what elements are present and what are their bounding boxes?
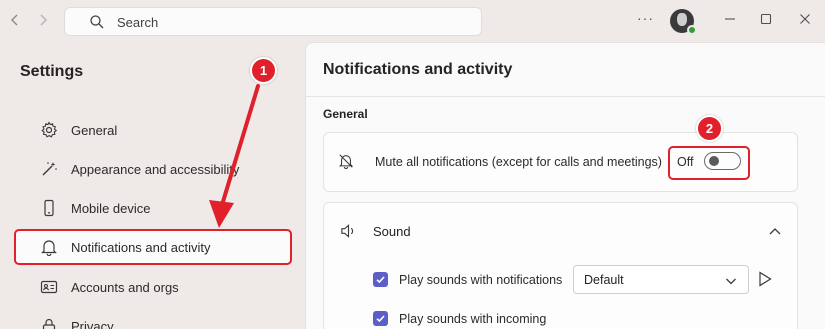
magic-wand-icon	[39, 159, 59, 179]
close-icon	[800, 14, 810, 24]
mute-notifications-toggle[interactable]	[704, 152, 741, 170]
sidebar-item-appearance[interactable]: Appearance and accessibility	[20, 152, 288, 186]
sidebar-item-notifications[interactable]: Notifications and activity	[14, 229, 292, 265]
sidebar-item-label: General	[71, 122, 118, 138]
lock-icon	[39, 316, 59, 329]
sidebar-item-mobile-device[interactable]: Mobile device	[20, 191, 288, 225]
search-icon	[90, 15, 104, 29]
mute-notifications-label: Mute all notifications (except for calls…	[375, 155, 662, 169]
sidebar-item-label: Mobile device	[71, 200, 151, 216]
sidebar-item-label: Accounts and orgs	[71, 279, 179, 295]
divider	[306, 96, 825, 97]
phone-icon	[39, 198, 59, 218]
avatar[interactable]	[670, 9, 697, 35]
close-button[interactable]	[797, 11, 813, 27]
toggle-state-label: Off	[677, 155, 694, 169]
toggle-knob	[709, 156, 719, 166]
callout-badge-1: 1	[250, 57, 277, 84]
sidebar-item-label: Notifications and activity	[71, 239, 211, 255]
dropdown-value: Default	[584, 273, 624, 287]
sound-section-label: Sound	[373, 224, 411, 239]
minimize-button[interactable]	[722, 11, 738, 27]
sidebar-item-general[interactable]: General	[20, 113, 288, 147]
chevron-right-icon	[40, 14, 47, 26]
settings-title: Settings	[20, 63, 84, 80]
play-sounds-incoming-checkbox[interactable]	[373, 311, 388, 326]
section-heading-general: General	[323, 107, 368, 121]
checkmark-icon	[376, 315, 385, 323]
callout-badge-2: 2	[696, 115, 723, 142]
bell-off-icon	[338, 154, 354, 169]
minimize-icon	[725, 18, 735, 20]
speaker-icon	[341, 224, 354, 238]
presence-badge	[687, 25, 697, 35]
chevron-down-icon	[726, 278, 736, 285]
sidebar-item-privacy[interactable]: Privacy	[20, 309, 288, 329]
maximize-icon	[760, 13, 772, 25]
notification-sound-dropdown[interactable]: Default	[573, 265, 749, 294]
forward-button[interactable]	[34, 11, 52, 29]
maximize-button[interactable]	[758, 11, 774, 27]
id-card-icon	[39, 277, 59, 297]
avatar-face	[677, 13, 687, 26]
chevron-up-icon[interactable]	[768, 224, 782, 238]
play-sounds-incoming-label: Play sounds with incoming	[399, 312, 547, 326]
title-bar: Search ···	[0, 0, 825, 42]
play-preview-icon[interactable]	[758, 271, 772, 287]
sidebar-item-label: Appearance and accessibility	[71, 161, 240, 177]
gear-icon	[39, 120, 59, 140]
play-sounds-notifications-checkbox[interactable]	[373, 272, 388, 287]
sidebar-item-accounts[interactable]: Accounts and orgs	[20, 270, 288, 304]
chevron-left-icon	[11, 14, 18, 26]
search-input[interactable]: Search	[64, 7, 482, 36]
page-title: Notifications and activity	[323, 61, 513, 78]
back-button[interactable]	[6, 11, 24, 29]
sidebar-item-label: Privacy	[71, 318, 114, 329]
bell-icon	[39, 237, 59, 257]
search-placeholder: Search	[117, 15, 159, 30]
more-options-button[interactable]: ···	[637, 10, 654, 26]
play-sounds-notifications-label: Play sounds with notifications	[399, 273, 563, 287]
checkmark-icon	[376, 276, 385, 284]
